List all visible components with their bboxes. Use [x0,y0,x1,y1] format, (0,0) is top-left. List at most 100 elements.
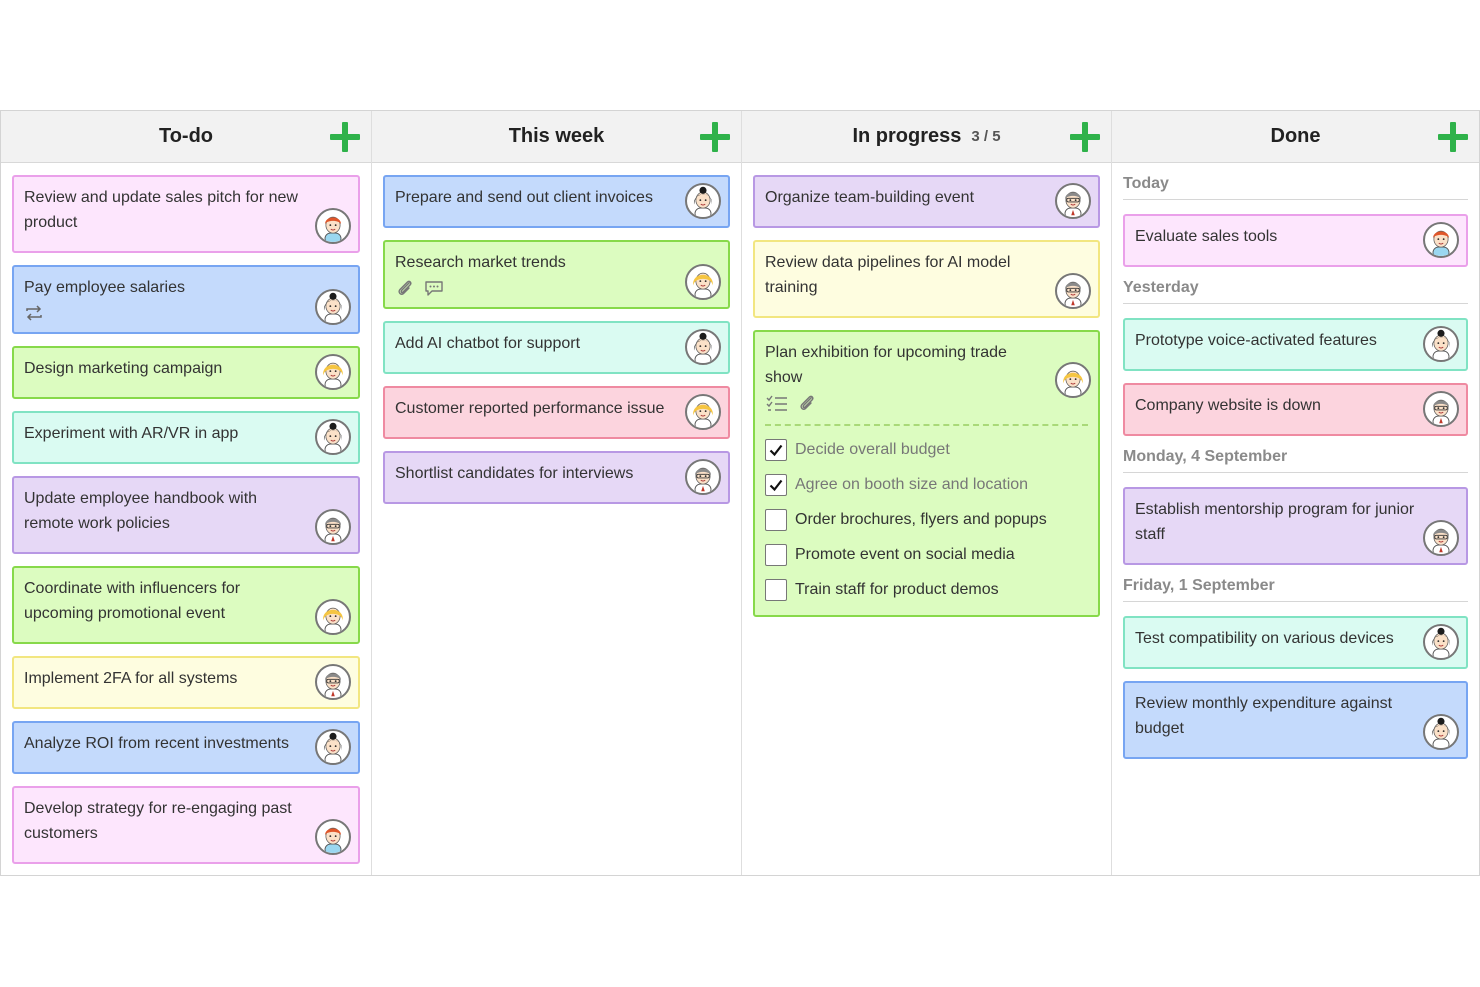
card-title: Establish mentorship program for junior … [1135,501,1415,543]
checkbox[interactable] [765,508,787,531]
person-black-hair-woman-icon[interactable] [1423,624,1459,660]
person-black-hair-woman-icon[interactable] [685,329,721,365]
task-card[interactable]: Review monthly expenditure against budge… [1123,681,1468,759]
person-gray-hair-man-icon[interactable] [1423,391,1459,427]
card-title: Pay employee salaries [24,279,185,296]
card-title: Implement 2FA for all systems [24,670,238,687]
add-card-button[interactable] [699,121,731,153]
column-header: In progress 3 / 5 [742,111,1111,163]
person-black-hair-woman-icon[interactable] [685,183,721,219]
column-header: This week [372,111,741,163]
card-title: Coordinate with influencers for upcoming… [24,580,241,622]
card-title: Update employee handbook with remote wor… [24,490,258,532]
card-title: Add AI chatbot for support [395,335,581,352]
task-card[interactable]: Test compatibility on various devices [1123,616,1468,669]
checkbox[interactable] [765,543,787,566]
task-card[interactable]: Prepare and send out client invoices [383,175,730,228]
task-card[interactable]: Update employee handbook with remote wor… [12,476,360,554]
column-done: Done Today Evaluate sales tools Yesterday P… [1112,111,1479,875]
person-blonde-icon[interactable] [685,394,721,430]
task-card[interactable]: Experiment with AR/VR in app [12,411,360,464]
checkbox[interactable] [765,473,787,496]
kanban-board: To-do Review and update sales pitch for … [0,110,1480,876]
card-title: Develop strategy for re-engaging past cu… [24,800,292,842]
person-gray-hair-man-icon[interactable] [685,459,721,495]
checklist-item: Train staff for product demos [765,572,1088,607]
checklist-icon [765,393,789,413]
checklist: Decide overall budget Agree on booth size… [765,424,1088,607]
card-title: Research market trends [395,254,566,271]
person-black-hair-woman-icon[interactable] [1423,714,1459,750]
checklist-item-label: Agree on booth size and location [795,476,1029,493]
card-list: Today Evaluate sales tools Yesterday Protot… [1112,163,1479,759]
date-section-header: Friday, 1 September [1123,577,1468,602]
task-card[interactable]: Establish mentorship program for junior … [1123,487,1468,565]
checklist-item: Promote event on social media [765,537,1088,572]
person-blonde-icon[interactable] [1055,362,1091,398]
person-blonde-icon[interactable] [315,354,351,390]
checkmark-icon [769,444,783,456]
card-title: Test compatibility on various devices [1135,630,1394,647]
column-title: Done [1270,125,1321,147]
add-card-button[interactable] [1069,121,1101,153]
person-red-hair-icon[interactable] [1423,222,1459,258]
person-gray-hair-man-icon[interactable] [1055,183,1091,219]
checkbox[interactable] [765,438,787,461]
card-title: Evaluate sales tools [1135,228,1278,245]
checklist-item-label: Train staff for product demos [795,581,999,598]
column-this-week: This week Prepare and send out client in… [372,111,742,875]
repeat-icon [24,304,44,322]
person-blonde-icon[interactable] [685,264,721,300]
card-list: Organize team-building event Review data … [742,163,1111,617]
add-card-button[interactable] [1437,121,1469,153]
task-card[interactable]: Pay employee salaries [12,265,360,334]
card-title: Review data pipelines for AI model train… [765,254,1011,296]
task-card[interactable]: Prototype voice-activated features [1123,318,1468,371]
person-black-hair-woman-icon[interactable] [315,419,351,455]
card-indicators [765,392,1088,414]
person-gray-hair-man-icon[interactable] [315,509,351,545]
task-card[interactable]: Review data pipelines for AI model train… [753,240,1100,318]
card-title: Review and update sales pitch for new pr… [24,189,298,231]
checklist-item: Decide overall budget [765,432,1088,467]
add-card-button[interactable] [329,121,361,153]
card-title: Experiment with AR/VR in app [24,425,239,442]
task-card[interactable]: Research market trends [383,240,730,309]
card-title: Plan exhibition for upcoming trade show [765,344,1007,386]
task-card[interactable]: Develop strategy for re-engaging past cu… [12,786,360,864]
column-header: Done [1112,111,1479,163]
paperclip-icon [395,278,415,298]
task-card[interactable]: Add AI chatbot for support [383,321,730,374]
checklist-item: Agree on booth size and location [765,467,1088,502]
card-title: Organize team-building event [765,189,975,206]
task-card[interactable]: Design marketing campaign [12,346,360,399]
task-card[interactable]: Company website is down [1123,383,1468,436]
task-card[interactable]: Organize team-building event [753,175,1100,228]
person-gray-hair-man-icon[interactable] [315,664,351,700]
card-list: Prepare and send out client invoices Rese… [372,163,741,504]
person-gray-hair-man-icon[interactable] [1055,273,1091,309]
task-card-expanded[interactable]: Plan exhibition for upcoming trade show D… [753,330,1100,617]
person-gray-hair-man-icon[interactable] [1423,520,1459,556]
person-blonde-icon[interactable] [315,599,351,635]
card-indicators [24,302,310,324]
task-card[interactable]: Analyze ROI from recent investments [12,721,360,774]
checkbox[interactable] [765,578,787,601]
date-section-header: Yesterday [1123,279,1468,304]
task-card[interactable]: Customer reported performance issue [383,386,730,439]
date-section-header: Monday, 4 September [1123,448,1468,473]
task-card[interactable]: Implement 2FA for all systems [12,656,360,709]
card-title: Review monthly expenditure against budge… [1135,695,1393,737]
checklist-item-label: Decide overall budget [795,441,950,458]
checklist-item-label: Order brochures, flyers and popups [795,511,1047,528]
task-card[interactable]: Shortlist candidates for interviews [383,451,730,504]
task-card[interactable]: Coordinate with influencers for upcoming… [12,566,360,644]
task-card[interactable]: Review and update sales pitch for new pr… [12,175,360,253]
person-black-hair-woman-icon[interactable] [315,289,351,325]
person-black-hair-woman-icon[interactable] [315,729,351,765]
task-card[interactable]: Evaluate sales tools [1123,214,1468,267]
person-black-hair-woman-icon[interactable] [1423,326,1459,362]
person-red-hair-icon[interactable] [315,819,351,855]
column-title: In progress [852,125,962,147]
person-red-hair-icon[interactable] [315,208,351,244]
